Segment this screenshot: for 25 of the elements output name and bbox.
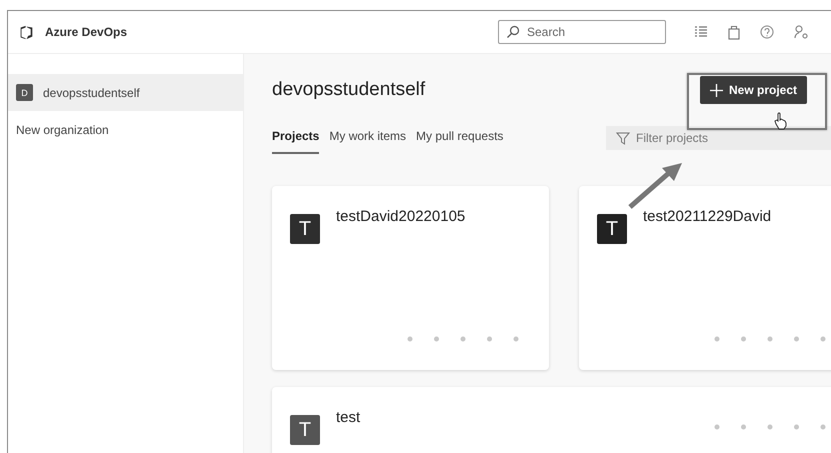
logo-icon xyxy=(18,24,35,40)
project-avatar: T xyxy=(597,214,627,244)
project-name: test xyxy=(336,409,360,426)
organization-title: devopsstudentself xyxy=(272,79,426,101)
new-project-button[interactable]: New project xyxy=(700,76,807,104)
tab[interactable]: My work items xyxy=(329,122,406,154)
organization-avatar: D xyxy=(16,84,33,101)
organization-name: devopsstudentself xyxy=(43,86,140,100)
project-avatar: T xyxy=(290,214,320,244)
project-avatar: T xyxy=(290,415,320,445)
organization-name: New organization xyxy=(16,122,109,136)
brand-name: Azure DevOps xyxy=(45,25,128,39)
organization-item[interactable]: D devopsstudentself xyxy=(8,74,243,111)
project-name: test20211229David xyxy=(643,208,772,225)
project-card[interactable]: T test xyxy=(272,387,831,453)
project-card[interactable]: T testDavid20220105 xyxy=(272,186,549,370)
tab[interactable]: My pull requests xyxy=(416,122,504,154)
filter-field[interactable]: Filter projects xyxy=(606,126,831,150)
organization-item[interactable]: New organization xyxy=(8,111,243,148)
project-name: testDavid20220105 xyxy=(336,208,466,225)
plus-icon xyxy=(710,84,723,96)
project-card[interactable]: T test20211229David xyxy=(579,186,831,370)
tab[interactable]: Projects xyxy=(272,122,320,154)
search-field[interactable]: Search xyxy=(498,20,666,44)
hand-cursor-icon xyxy=(774,112,788,130)
